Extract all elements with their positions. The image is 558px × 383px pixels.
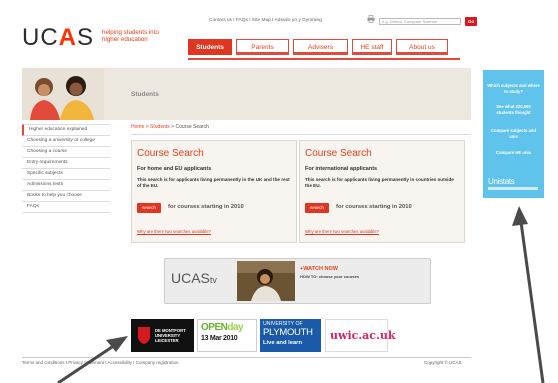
nav-underline	[188, 58, 460, 60]
ucas-tv-logo: UCAStv	[171, 270, 217, 286]
logo-part-s: S	[77, 24, 95, 51]
ucas-tv-banner[interactable]: UCAStv +WATCH NOW HOW TO: choose your co…	[164, 258, 431, 304]
tagline: helping students into higher education	[102, 29, 159, 43]
promo-line-1: Which subjects and where to study?	[487, 83, 540, 94]
course-year-text: for courses starting in 2010	[168, 204, 244, 210]
unistats-bar	[488, 187, 538, 190]
openday-title-main: OPEN	[201, 322, 228, 333]
course-search-subtitle: For international applicants	[305, 166, 378, 172]
logo-part-uc: UC	[22, 24, 59, 51]
two-searches-link[interactable]: Why are there two searches available?	[305, 229, 379, 234]
two-searches-link[interactable]: Why are there two searches available?	[137, 229, 211, 234]
openday-title-suffix: day	[227, 322, 244, 333]
tab-about-us[interactable]: About us	[396, 39, 448, 55]
sidebar-item-specific-subjects[interactable]: Specific subjects	[22, 169, 110, 180]
watch-now-link[interactable]: +WATCH NOW	[300, 266, 338, 272]
ucas-tv-photo	[237, 261, 295, 301]
copyright: Copyright © UCAS	[424, 360, 462, 365]
search-input[interactable]: e.g. Oxford, Computer Science	[379, 18, 461, 25]
logo-part-a: A	[58, 24, 78, 51]
sidebar-item-books[interactable]: Books to help you choose	[22, 191, 110, 202]
sidebar-item-entry-requirements[interactable]: Entry requirements	[22, 158, 110, 169]
tab-he-staff[interactable]: HE staff	[352, 39, 392, 55]
footer-links[interactable]: Terms and conditions I Privacy statement…	[22, 360, 179, 365]
unistats-logo: Unistats	[488, 177, 515, 186]
promo-line-2: See what 220,000 students thought	[496, 104, 531, 115]
footer-divider	[22, 357, 471, 358]
plymouth-line-2: PLYMOUTH	[263, 327, 313, 338]
howto-text: HOW TO: choose your courses	[300, 274, 360, 279]
openday-title: OPENday	[201, 322, 244, 333]
sidebar-menu: Higher education explained Choosing a un…	[22, 124, 110, 213]
breadcrumb-current: Course Search	[175, 124, 209, 130]
promo-line-3: Compare subjects and unis	[491, 128, 536, 139]
course-search-description: This search is for applicants living per…	[137, 177, 290, 188]
search-international-button[interactable]: search	[305, 203, 329, 213]
breadcrumb-divider	[131, 134, 471, 135]
course-search-title: Course Search	[305, 148, 372, 159]
course-year-text: for courses starting in 2010	[336, 204, 412, 210]
search-home-button[interactable]: search	[137, 203, 161, 213]
print-icon[interactable]	[367, 15, 375, 23]
plymouth-line-3: Live and learn	[263, 340, 302, 346]
ucas-tv-logo-suffix: tv	[209, 275, 217, 285]
sidebar-item-choosing-course[interactable]: Choosing a course	[22, 147, 110, 158]
ucas-tv-logo-main: UCAS	[171, 270, 210, 286]
tab-advisers[interactable]: Advisers	[293, 39, 348, 55]
course-search-international: Course Search For international applican…	[299, 140, 465, 243]
uwic-ad[interactable]: uwic.ac.uk	[325, 319, 395, 352]
tab-students[interactable]: Students	[188, 39, 232, 55]
sidebar-item-admissions-tests[interactable]: Admissions tests	[22, 180, 110, 191]
course-search-description: This search is for applicants living per…	[305, 177, 454, 188]
page-title: Students	[131, 91, 159, 98]
openday-ad[interactable]: OPENday 13 Mar 2010	[197, 319, 257, 352]
course-search-title: Course Search	[137, 148, 204, 159]
students-photo	[22, 68, 104, 120]
dmu-crest-icon	[138, 327, 150, 344]
course-search-home: Course Search For home and EU applicants…	[131, 140, 297, 243]
plymouth-ad[interactable]: UNIVERSITY OF PLYMOUTH Live and learn	[260, 319, 321, 352]
sidebar-item-faqs[interactable]: FAQs	[22, 202, 110, 213]
arrow-icon	[512, 206, 545, 383]
dmu-text: DE MONTFORT UNIVERSITY LEICESTER	[155, 328, 186, 343]
unistats-promo[interactable]: Which subjects and where to study? See w…	[483, 70, 544, 198]
top-links[interactable]: Contact us I FAQs I Site Map I Adsutio y…	[209, 18, 322, 23]
main-nav: Students Parents Advisers HE staff About…	[188, 39, 452, 55]
course-search-subtitle: For home and EU applicants	[137, 166, 212, 172]
dmu-ad[interactable]: DE MONTFORT UNIVERSITY LEICESTER	[131, 319, 194, 352]
promo-line-4: Compare HE unis	[496, 150, 531, 155]
uwic-text: uwic.ac.uk	[330, 329, 396, 342]
ucas-logo[interactable]: UCAS	[22, 24, 94, 52]
sidebar-item-he-explained[interactable]: Higher education explained	[22, 124, 110, 136]
breadcrumb-home[interactable]: Home	[131, 124, 144, 130]
search-go-button[interactable]: Go	[465, 17, 477, 26]
openday-date: 13 Mar 2010	[201, 335, 238, 342]
breadcrumb-students[interactable]: Students	[150, 124, 170, 130]
sidebar-item-choosing-university[interactable]: Choosing a university or college	[22, 136, 110, 147]
breadcrumb: Home > Students > Course Search	[131, 124, 209, 130]
tab-parents[interactable]: Parents	[236, 39, 289, 55]
ucas-page: UCAS helping students into higher educat…	[0, 0, 558, 383]
